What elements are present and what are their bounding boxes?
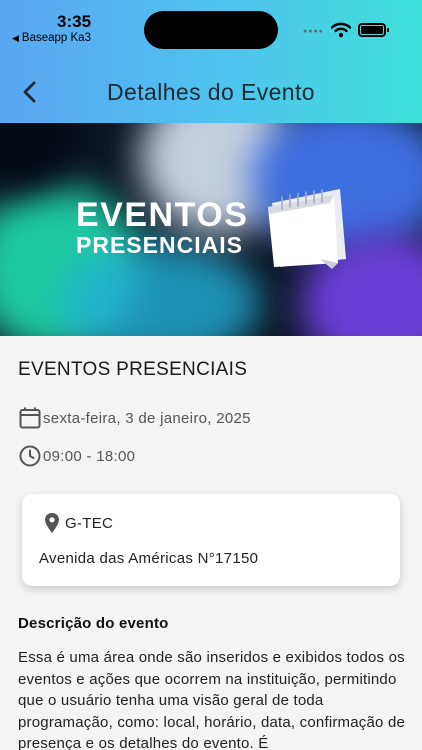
location-name: G-TEC bbox=[65, 514, 114, 532]
battery-icon bbox=[358, 23, 389, 37]
event-time-range: 09:00 - 18:00 bbox=[43, 447, 136, 465]
calendar-icon bbox=[19, 407, 41, 429]
back-triangle-icon: ◀ bbox=[12, 33, 19, 43]
location-pin-icon bbox=[45, 513, 59, 533]
event-date-row: sexta-feira, 3 de janeiro, 2025 bbox=[18, 406, 251, 430]
event-date: sexta-feira, 3 de janeiro, 2025 bbox=[43, 409, 251, 427]
description-heading: Descrição do evento bbox=[18, 615, 169, 632]
banner-title-line1: EVENTOS bbox=[76, 196, 249, 234]
status-bar: 3:35 ◀ Baseapp Ka3 ●●●● bbox=[0, 0, 422, 52]
event-details: EVENTOS PRESENCIAIS sexta-feira, 3 de ja… bbox=[0, 336, 422, 750]
event-time-row: 09:00 - 18:00 bbox=[18, 444, 135, 468]
back-app-label: Baseapp Ka3 bbox=[21, 32, 91, 44]
status-time: 3:35 bbox=[57, 12, 92, 31]
event-title: EVENTOS PRESENCIAIS bbox=[18, 359, 248, 380]
back-to-app-link[interactable]: ◀ Baseapp Ka3 bbox=[12, 32, 91, 44]
clock-icon bbox=[19, 445, 41, 467]
header-bar: 3:35 ◀ Baseapp Ka3 ●●●● Detalhes do Event… bbox=[0, 0, 422, 123]
calendar-illustration-icon bbox=[268, 189, 346, 269]
wifi-icon bbox=[331, 22, 351, 38]
banner-title-line2: PRESENCIAIS bbox=[76, 232, 243, 258]
location-address: Avenida das Américas N°17150 bbox=[39, 550, 259, 567]
location-row: G-TEC bbox=[42, 512, 113, 534]
location-card[interactable]: G-TEC Avenida das Américas N°17150 bbox=[22, 494, 400, 586]
description-text: Essa é uma área onde são inseridos e exi… bbox=[18, 649, 406, 750]
cellular-signal-icon: ●●●● bbox=[303, 28, 324, 35]
dynamic-island bbox=[144, 11, 278, 49]
page-title: Detalhes do Evento bbox=[107, 79, 315, 105]
